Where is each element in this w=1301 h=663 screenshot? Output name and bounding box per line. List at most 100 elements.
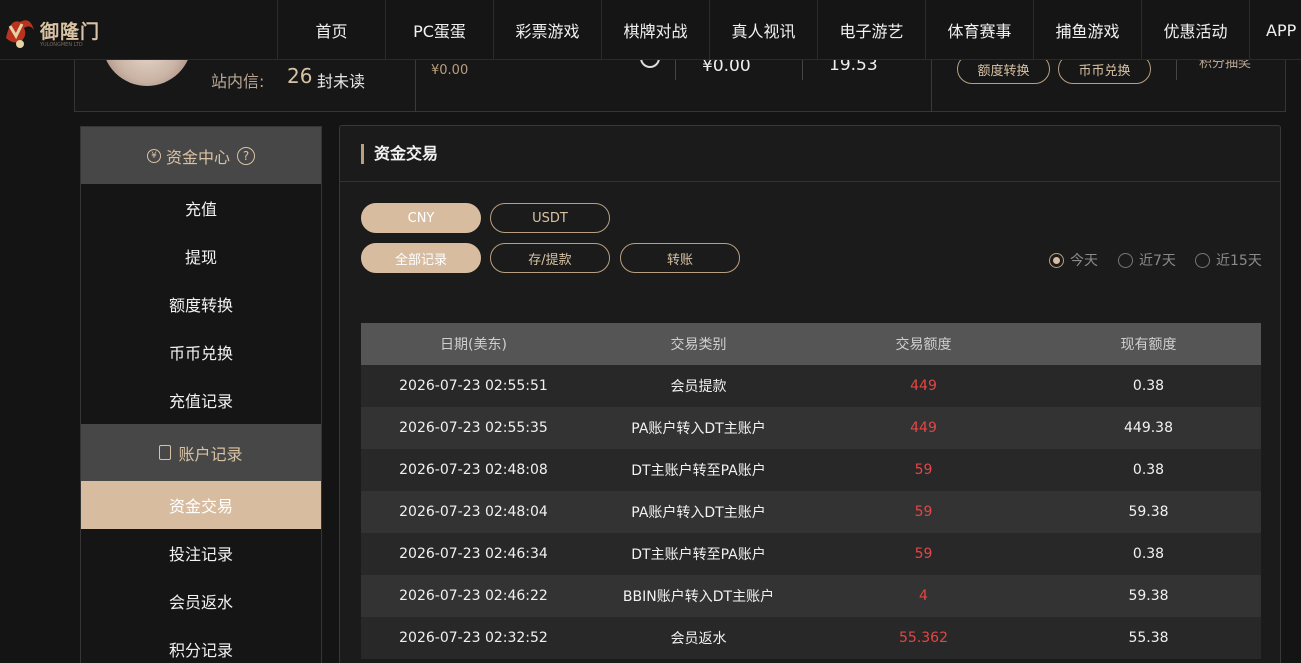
cell-amount: 59 bbox=[914, 504, 933, 520]
table-row: 2026-07-23 02:55:51 会员提款 449 0.38 bbox=[361, 365, 1261, 407]
range-today[interactable]: 今天 bbox=[1049, 250, 1098, 270]
nav-pc-egg[interactable]: PC蛋蛋 bbox=[385, 0, 493, 60]
column-type: 交易类别 bbox=[670, 337, 727, 353]
radio-icon bbox=[1195, 252, 1210, 268]
tab-cny[interactable]: CNY bbox=[361, 203, 481, 233]
yen-coin-icon: ¥ bbox=[146, 148, 161, 163]
table-header: 日期(美东) 交易类别 交易额度 现有额度 bbox=[361, 323, 1261, 365]
unread-count[interactable]: 26 bbox=[287, 64, 312, 88]
divider bbox=[675, 60, 676, 80]
cell-date: 2026-07-23 02:48:08 bbox=[399, 462, 548, 478]
cell-balance: 0.38 bbox=[1132, 378, 1165, 394]
cell-date: 2026-07-23 02:55:51 bbox=[399, 378, 548, 394]
table-row: 2026-07-23 02:55:35 PA账户转入DT主账户 449 449.… bbox=[361, 407, 1261, 449]
column-date: 日期(美东) bbox=[440, 337, 507, 353]
divider bbox=[1176, 60, 1177, 80]
sidebar-item-transfer[interactable]: 额度转换 bbox=[81, 280, 321, 328]
cell-type: 会员提款 bbox=[670, 379, 727, 395]
radio-icon bbox=[1118, 252, 1133, 268]
transactions-table: 日期(美东) 交易类别 交易额度 现有额度 2026-07-23 02:55:5… bbox=[361, 323, 1261, 659]
cell-amount: 59 bbox=[914, 546, 933, 562]
cell-date: 2026-07-23 02:32:52 bbox=[399, 630, 548, 646]
range-label: 近7天 bbox=[1139, 253, 1176, 269]
sidebar-section-title: 账户记录 bbox=[178, 444, 243, 464]
table-row: 2026-07-23 02:46:34 DT主账户转至PA账户 59 0.38 bbox=[361, 533, 1261, 575]
range-label: 近15天 bbox=[1216, 253, 1262, 269]
range-15-days[interactable]: 近15天 bbox=[1195, 250, 1262, 270]
cell-balance: 449.38 bbox=[1124, 420, 1173, 436]
cell-type: PA账户转入DT主账户 bbox=[631, 421, 766, 437]
logo-tagline: YULONGMEN LTD bbox=[40, 42, 83, 48]
main-nav: 首页 PC蛋蛋 彩票游戏 棋牌对战 真人视讯 电子游艺 体育赛事 捕鱼游戏 优惠… bbox=[277, 0, 1301, 60]
sidebar-section-title: 资金中心 bbox=[165, 147, 230, 167]
main-panel: 资金交易 CNY USDT 全部记录 存/提款 转账 今天 近7天 近15天 日… bbox=[339, 125, 1281, 663]
cell-type: DT主账户转至PA账户 bbox=[631, 463, 766, 479]
page-title: 资金交易 bbox=[361, 144, 438, 164]
column-amount: 交易额度 bbox=[895, 337, 952, 353]
range-7-days[interactable]: 近7天 bbox=[1118, 250, 1176, 270]
sidebar-item-points-records[interactable]: 积分记录 bbox=[81, 625, 321, 663]
cell-amount: 59 bbox=[914, 462, 933, 478]
sidebar-item-exchange[interactable]: 币币兑换 bbox=[81, 328, 321, 376]
tab-deposit-withdraw[interactable]: 存/提款 bbox=[490, 243, 610, 273]
nav-slots[interactable]: 电子游艺 bbox=[817, 0, 925, 60]
table-row: 2026-07-23 02:48:08 DT主账户转至PA账户 59 0.38 bbox=[361, 449, 1261, 491]
top-nav-bar: 御隆门 YULONGMEN LTD 首页 PC蛋蛋 彩票游戏 棋牌对战 真人视讯… bbox=[0, 0, 1301, 60]
cell-type: PA账户转入DT主账户 bbox=[631, 505, 766, 521]
sidebar-section-funds: ¥ 资金中心 ? bbox=[81, 127, 321, 184]
panel-header: 资金交易 bbox=[340, 126, 1280, 182]
cell-amount: 55.362 bbox=[899, 630, 948, 646]
logo[interactable]: 御隆门 YULONGMEN LTD bbox=[0, 6, 100, 54]
sidebar-section-records: 账户记录 bbox=[81, 424, 321, 481]
cell-amount: 449 bbox=[910, 420, 937, 436]
cell-balance: 59.38 bbox=[1128, 588, 1169, 604]
nav-fishing[interactable]: 捕鱼游戏 bbox=[1033, 0, 1141, 60]
table-row: 2026-07-23 02:32:52 会员返水 55.362 55.38 bbox=[361, 617, 1261, 659]
nav-chess-cards[interactable]: 棋牌对战 bbox=[601, 0, 709, 60]
tab-all-records[interactable]: 全部记录 bbox=[361, 243, 481, 273]
cell-date: 2026-07-23 02:55:35 bbox=[399, 420, 548, 436]
inbox-label: 站内信: bbox=[211, 72, 265, 91]
divider bbox=[931, 60, 932, 112]
cell-date: 2026-07-23 02:46:22 bbox=[399, 588, 548, 604]
range-label: 今天 bbox=[1070, 253, 1098, 269]
wallet-balance: ¥0.00 bbox=[431, 63, 469, 78]
cell-type: 会员返水 bbox=[670, 631, 727, 647]
cell-balance: 55.38 bbox=[1128, 630, 1169, 646]
cell-balance: 0.38 bbox=[1132, 462, 1165, 478]
cell-amount: 4 bbox=[919, 588, 928, 604]
sidebar-item-deposit-records[interactable]: 充值记录 bbox=[81, 376, 321, 424]
table-row: 2026-07-23 02:48:04 PA账户转入DT主账户 59 59.38 bbox=[361, 491, 1261, 533]
profile-summary: 站内信: 26 封未读 ¥0.00 ¥0.00 19.53 额度转换 币币兑换 … bbox=[74, 40, 1286, 112]
cell-type: BBIN账户转入DT主账户 bbox=[622, 589, 775, 605]
cell-date: 2026-07-23 02:46:34 bbox=[399, 546, 548, 562]
cell-type: DT主账户转至PA账户 bbox=[631, 547, 766, 563]
dragon-logo-icon bbox=[6, 20, 34, 48]
nav-live-casino[interactable]: 真人视讯 bbox=[709, 0, 817, 60]
sidebar-item-rebate[interactable]: 会员返水 bbox=[81, 577, 321, 625]
help-icon[interactable]: ? bbox=[237, 146, 255, 165]
unread-label: 封未读 bbox=[317, 72, 366, 91]
sidebar-item-transactions[interactable]: 资金交易 bbox=[81, 481, 321, 529]
nav-home[interactable]: 首页 bbox=[277, 0, 385, 60]
sidebar-item-deposit[interactable]: 充值 bbox=[81, 184, 321, 232]
nav-promotions[interactable]: 优惠活动 bbox=[1141, 0, 1249, 60]
nav-app[interactable]: APP bbox=[1249, 0, 1301, 60]
radio-selected-icon bbox=[1049, 252, 1064, 268]
column-balance: 现有额度 bbox=[1120, 337, 1177, 353]
page: 御隆门 YULONGMEN LTD 首页 PC蛋蛋 彩票游戏 棋牌对战 真人视讯… bbox=[0, 0, 1301, 663]
sidebar: ¥ 资金中心 ? 充值 提现 额度转换 币币兑换 充值记录 账户记录 资金交易 … bbox=[80, 126, 322, 663]
table-row: 2026-07-23 02:46:22 BBIN账户转入DT主账户 4 59.3… bbox=[361, 575, 1261, 617]
cell-balance: 59.38 bbox=[1128, 504, 1169, 520]
cell-balance: 0.38 bbox=[1132, 546, 1165, 562]
nav-sports[interactable]: 体育赛事 bbox=[925, 0, 1033, 60]
cell-date: 2026-07-23 02:48:04 bbox=[399, 504, 548, 520]
sidebar-item-bet-records[interactable]: 投注记录 bbox=[81, 529, 321, 577]
tab-usdt[interactable]: USDT bbox=[490, 203, 610, 233]
tab-transfer[interactable]: 转账 bbox=[620, 243, 740, 273]
cell-amount: 449 bbox=[910, 378, 937, 394]
sidebar-item-withdraw[interactable]: 提现 bbox=[81, 232, 321, 280]
nav-lottery[interactable]: 彩票游戏 bbox=[493, 0, 601, 60]
divider bbox=[415, 60, 416, 112]
divider bbox=[802, 60, 803, 80]
